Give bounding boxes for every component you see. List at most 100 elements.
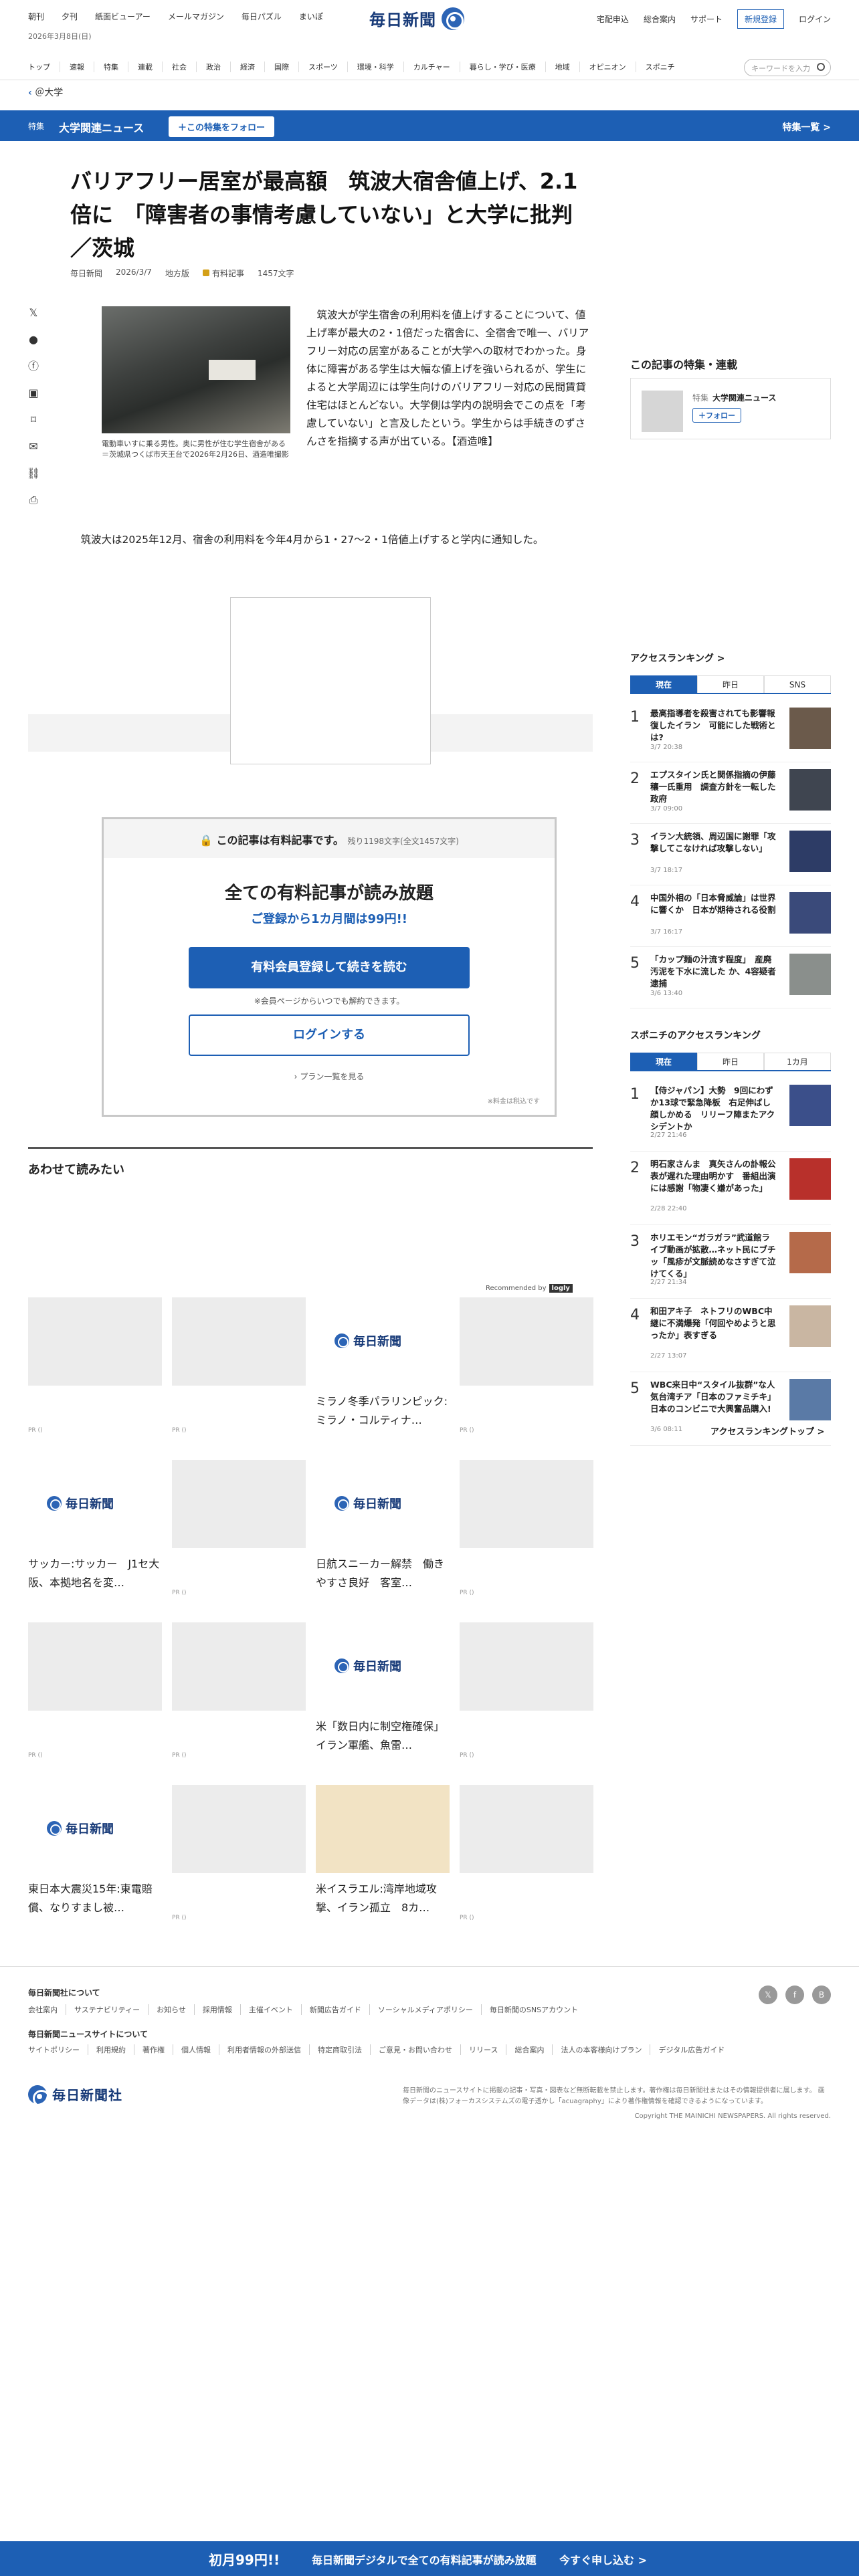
related-card[interactable]: PR () xyxy=(172,1460,306,1596)
footer-link[interactable]: ソーシャルメディアポリシー xyxy=(370,2004,482,2015)
nav-item[interactable]: オピニオン xyxy=(580,62,636,72)
topic-list-link[interactable]: 特集一覧 > xyxy=(782,120,831,134)
link-viewer[interactable]: 紙面ビューアー xyxy=(95,11,151,22)
search-input[interactable]: キーワードを入力 xyxy=(744,59,831,76)
nav-item[interactable]: カルチャー xyxy=(404,62,460,72)
paywall-login-button[interactable]: ログインする xyxy=(189,1014,470,1056)
spo-tab-now[interactable]: 現在 xyxy=(630,1053,697,1070)
related-card[interactable]: PR () xyxy=(460,1622,593,1759)
related-card[interactable]: PR () xyxy=(172,1785,306,1921)
ranking-item[interactable]: 4 和田アキ子 ネトフリのWBC中継に不満爆発「何回やめようと思ったか」表すぎる 2… xyxy=(630,1299,831,1372)
related-card[interactable]: PR () xyxy=(28,1297,162,1434)
spo-tab-yesterday[interactable]: 昨日 xyxy=(697,1053,764,1070)
related-card[interactable]: PR () xyxy=(28,1622,162,1759)
nav-item[interactable]: 政治 xyxy=(197,62,231,72)
bookmark-icon[interactable]: ⌑ xyxy=(27,413,40,427)
ranking-item[interactable]: 4 中国外相の「日本脅威論」は世界に響くか 日本が期待される役割 3/7 16:17 xyxy=(630,885,831,947)
ranking-top-link[interactable]: アクセスランキングトップ > xyxy=(710,1424,824,1437)
footer-link[interactable]: 著作権 xyxy=(134,2044,173,2055)
related-card[interactable]: 毎日新聞 サッカー:サッカー J1セ大阪、本拠地名を変… xyxy=(28,1460,162,1592)
tab-yesterday[interactable]: 昨日 xyxy=(697,675,764,693)
footer-link[interactable]: サイトポリシー xyxy=(28,2044,88,2055)
ad-slot[interactable] xyxy=(230,597,431,764)
nav-item[interactable]: 環境・科学 xyxy=(348,62,404,72)
link-maipo[interactable]: まいぽ xyxy=(299,11,323,22)
footer-link[interactable]: 個人情報 xyxy=(173,2044,219,2055)
ranking-item[interactable]: 5 「カップ麺の汁流す程度」 産廃汚泥を下水に流した か、4容疑者逮捕 3/6 13… xyxy=(630,947,831,1008)
spo-tab-month[interactable]: 1カ月 xyxy=(764,1053,831,1070)
link-info[interactable]: 総合案内 xyxy=(644,13,676,25)
related-card[interactable]: PR () xyxy=(460,1297,593,1434)
related-card[interactable]: 毎日新聞 日航スニーカー解禁 働きやすさ良好 客室… xyxy=(316,1460,450,1592)
related-card[interactable]: 毎日新聞 東日本大震災15年:東電賠償、なりすまし被… xyxy=(28,1785,162,1917)
x-share-icon[interactable]: 𝕏 xyxy=(27,306,40,320)
plans-link[interactable]: › プラン一覧を見る xyxy=(104,1071,555,1082)
topic-name[interactable]: 大学関連ニュース xyxy=(59,119,144,135)
comment-icon[interactable]: ● xyxy=(27,333,40,346)
follow-topic-button[interactable]: ＋この特集をフォロー xyxy=(169,116,275,137)
link-evening[interactable]: 夕刊 xyxy=(62,11,78,22)
nav-item[interactable]: 連載 xyxy=(128,62,163,72)
ranking-item[interactable]: 1 【侍ジャパン】大勢 9回にわずか13球で緊急降板 右足伸ばし顔しかめる リリー… xyxy=(630,1078,831,1152)
footer-link[interactable]: 特定商取引法 xyxy=(310,2044,371,2055)
link-puzzle[interactable]: 毎日パズル xyxy=(242,11,282,22)
link-delivery[interactable]: 宅配申込 xyxy=(597,13,629,25)
register-button[interactable]: 新規登録 xyxy=(737,9,784,29)
ranking-item[interactable]: 3 イラン大統領、周辺国に謝罪「攻撃してこなければ攻撃しない」 3/7 18:17 xyxy=(630,824,831,885)
footer-link[interactable]: 新聞広告ガイド xyxy=(302,2004,370,2015)
footer-link[interactable]: 会社案内 xyxy=(28,2004,66,2015)
ranking-item[interactable]: 3 ホリエモン“ガラガラ”武道館ライブ動画が拡散…ネット民にブチッ「風疹が文脈読め… xyxy=(630,1225,831,1299)
mail-icon[interactable]: ✉ xyxy=(27,440,40,453)
ranking-item[interactable]: 2 明石家さんま 真矢さんの訃報公表が遅れた理由明かす 番組出演には感謝「物凄く嫌… xyxy=(630,1152,831,1225)
related-card[interactable]: 米イスラエル:湾岸地域攻撃、イラン孤立 8カ… xyxy=(316,1785,450,1917)
nav-item[interactable]: 暮らし・学び・医療 xyxy=(460,62,546,72)
link-support[interactable]: サポート xyxy=(690,13,723,25)
footer-link[interactable]: 利用規約 xyxy=(88,2044,134,2055)
subscribe-button[interactable]: 有料会員登録して続きを読む xyxy=(189,947,470,988)
ranking-item[interactable]: 2 エプスタイン氏と関係指摘の伊藤穰一氏重用 調査方針を一転した政府 3/7 09:… xyxy=(630,762,831,824)
nav-item[interactable]: 速報 xyxy=(60,62,94,72)
feature-follow-button[interactable]: ＋フォロー xyxy=(692,408,741,423)
nav-item[interactable]: 経済 xyxy=(231,62,265,72)
bottom-promo-bar[interactable]: 初月99円!! 毎日新聞デジタルで全ての有料記事が読み放題 今すぐ申し込む > xyxy=(0,2541,859,2576)
footer-link[interactable]: 法人の本客様向けプラン xyxy=(553,2044,651,2055)
nav-item[interactable]: スポニチ xyxy=(636,62,684,72)
link-mail[interactable]: メールマガジン xyxy=(168,11,224,22)
nav-item[interactable]: トップ xyxy=(28,62,60,72)
nav-item[interactable]: 特集 xyxy=(94,62,128,72)
nav-item[interactable]: 地域 xyxy=(546,62,580,72)
footer-link[interactable]: 採用情報 xyxy=(195,2004,241,2015)
hatena-footer-icon[interactable]: B xyxy=(812,1985,831,2004)
promo-cta[interactable]: 今すぐ申し込む > xyxy=(559,2551,647,2567)
facebook-footer-icon[interactable]: f xyxy=(785,1985,804,2004)
login-link[interactable]: ログイン xyxy=(799,13,831,25)
footer-link[interactable]: 主催イベント xyxy=(241,2004,302,2015)
link-copy-icon[interactable]: ⛓ xyxy=(27,467,40,480)
site-logo[interactable]: 毎日新聞 xyxy=(369,7,464,30)
link-morning[interactable]: 朝刊 xyxy=(28,11,44,22)
x-icon[interactable]: 𝕏 xyxy=(759,1985,777,2004)
related-card[interactable]: 毎日新聞 ミラノ冬季パラリンピック:ミラノ・コルティナ… xyxy=(316,1297,450,1430)
footer-link[interactable]: サステナビリティー xyxy=(66,2004,149,2015)
related-card[interactable]: PR () xyxy=(460,1460,593,1596)
nav-item[interactable]: 国際 xyxy=(265,62,299,72)
nav-item[interactable]: 社会 xyxy=(163,62,197,72)
print-icon[interactable]: ⎙ xyxy=(27,494,40,507)
related-card[interactable]: PR () xyxy=(172,1622,306,1759)
article-photo[interactable] xyxy=(102,306,290,433)
footer-link[interactable]: 利用者情報の外部送信 xyxy=(219,2044,310,2055)
related-card[interactable]: PR () xyxy=(460,1785,593,1921)
footer-link[interactable]: リリース xyxy=(461,2044,507,2055)
facebook-icon[interactable]: ⓕ xyxy=(27,360,40,373)
footer-link[interactable]: デジタル広告ガイド xyxy=(650,2044,733,2055)
feature-card[interactable]: 特集 大学関連ニュース ＋フォロー xyxy=(630,378,831,439)
footer-link[interactable]: 総合案内 xyxy=(506,2044,553,2055)
related-card[interactable]: 毎日新聞 米「数日内に制空権確保」 イラン軍艦、魚雷… xyxy=(316,1622,450,1755)
ranking-heading[interactable]: アクセスランキング > xyxy=(630,651,725,665)
nav-item[interactable]: スポーツ xyxy=(299,62,348,72)
related-card[interactable]: PR () xyxy=(172,1297,306,1434)
breadcrumb[interactable]: ‹ ＠大学 xyxy=(28,86,63,99)
footer-link[interactable]: お知らせ xyxy=(149,2004,195,2015)
ranking-item[interactable]: 1 最高指導者を殺害されても影響報復したイラン 可能にした戦術とは? 3/7 20:… xyxy=(630,701,831,762)
hatena-icon[interactable]: ▣ xyxy=(27,387,40,400)
